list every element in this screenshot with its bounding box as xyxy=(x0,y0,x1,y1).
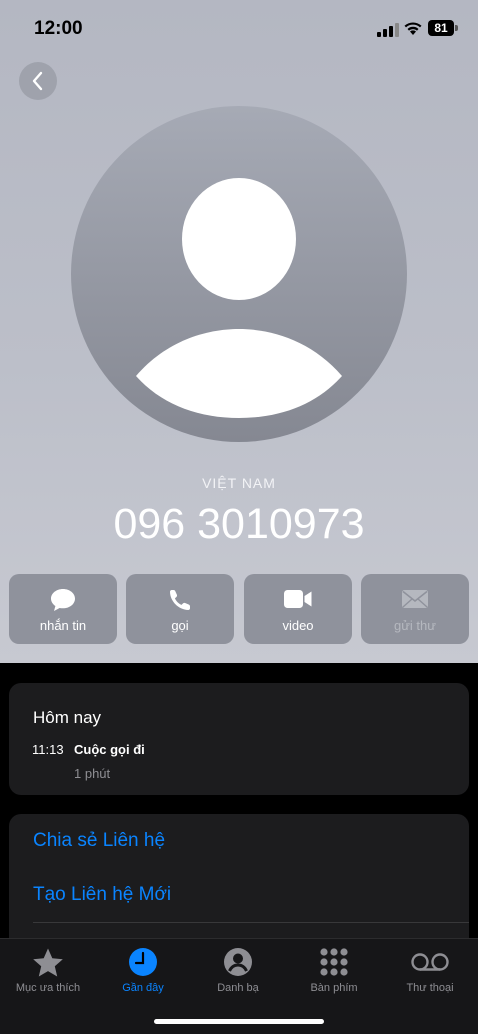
call-history-card: Hôm nay 11:13 Cuộc gọi đi 1 phút xyxy=(9,683,469,795)
voicemail-icon xyxy=(411,953,449,971)
call-button-label: gọi xyxy=(171,618,189,633)
tab-label: Mục ưa thích xyxy=(15,982,81,994)
tab-voicemail[interactable]: Thư thoại xyxy=(382,939,478,1009)
cellular-signal-icon xyxy=(377,23,399,37)
person-icon xyxy=(224,948,252,976)
status-bar: 12:00 81 xyxy=(0,0,478,56)
mail-button[interactable]: gửi thư xyxy=(361,574,469,644)
message-button-label: nhắn tin xyxy=(39,618,87,633)
contact-phone-number: 096 3010973 xyxy=(113,500,365,548)
mail-icon xyxy=(402,590,428,608)
tab-label: Bàn phím xyxy=(310,982,358,994)
chevron-left-icon xyxy=(32,71,43,91)
contact-avatar-icon xyxy=(71,106,407,442)
battery-icon: 81 xyxy=(428,20,454,36)
call-time: 11:13 xyxy=(32,742,64,757)
call-type: Cuộc gọi đi xyxy=(74,742,145,757)
star-icon xyxy=(33,948,63,977)
back-button[interactable] xyxy=(19,62,57,100)
home-indicator xyxy=(154,1019,324,1024)
tab-label: Thư thoại xyxy=(406,982,454,994)
tab-recents[interactable]: Gần đây xyxy=(95,939,191,1009)
mail-button-label: gửi thư xyxy=(394,618,436,633)
message-icon xyxy=(51,589,75,611)
status-time: 12:00 xyxy=(34,18,83,39)
phone-icon xyxy=(170,590,190,610)
share-contact-link[interactable]: Chia sẻ Liên hệ xyxy=(33,830,165,852)
contact-country: VIỆT NAM xyxy=(202,475,276,491)
wifi-icon xyxy=(404,22,422,35)
tab-label: Gần đây xyxy=(122,982,164,994)
call-duration: 1 phút xyxy=(74,766,111,781)
tab-label: Danh bạ xyxy=(217,982,259,994)
tab-favorites[interactable]: Mục ưa thích xyxy=(0,939,96,1009)
contact-header: 12:00 81 VIỆT NAM 096 3010973 nhắn tin g… xyxy=(0,0,478,663)
call-button[interactable]: gọi xyxy=(126,574,234,644)
message-button[interactable]: nhắn tin xyxy=(9,574,117,644)
battery-cap xyxy=(455,25,458,31)
video-button-label: video xyxy=(282,618,314,633)
keypad-icon xyxy=(320,948,348,976)
video-icon xyxy=(284,590,312,608)
tab-keypad[interactable]: Bàn phím xyxy=(286,939,382,1009)
clock-icon xyxy=(129,948,157,976)
tab-contacts[interactable]: Danh bạ xyxy=(190,939,286,1009)
create-new-contact-link[interactable]: Tạo Liên hệ Mới xyxy=(33,884,171,906)
divider xyxy=(33,922,469,923)
action-buttons: nhắn tin gọi video gửi thư xyxy=(9,574,469,644)
video-button[interactable]: video xyxy=(244,574,352,644)
call-history-heading: Hôm nay xyxy=(33,708,102,727)
